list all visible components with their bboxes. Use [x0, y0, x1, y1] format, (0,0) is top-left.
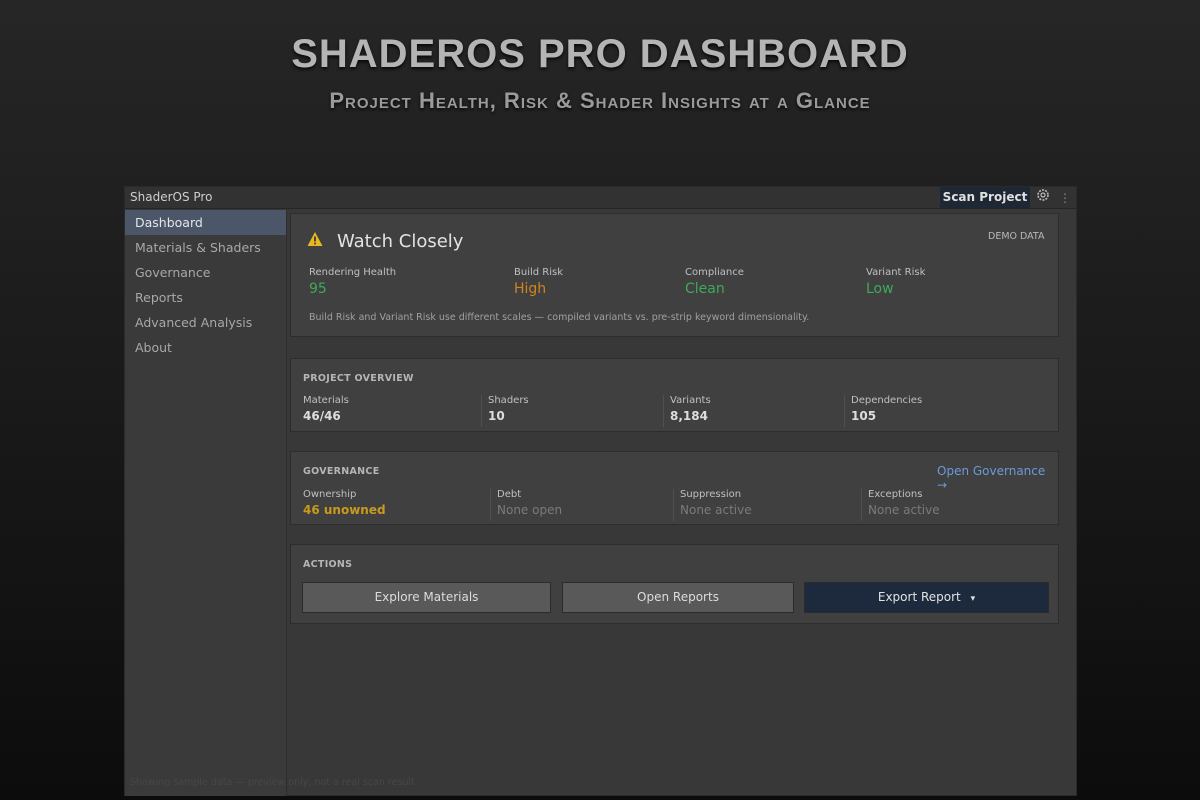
overview-value: 8,184	[670, 409, 708, 423]
overview-shaders: Shaders 10	[481, 395, 663, 427]
sidebar-item-about[interactable]: About	[125, 335, 286, 360]
section-label: PROJECT OVERVIEW	[303, 373, 414, 384]
warning-icon	[307, 232, 323, 246]
open-governance-link[interactable]: Open Governance →	[937, 464, 1058, 492]
open-reports-button[interactable]: Open Reports	[562, 582, 794, 613]
overview-dependencies: Dependencies 105	[844, 395, 1026, 427]
overview-label: Variants	[670, 395, 711, 406]
metric-build-risk: Build Risk High	[514, 267, 563, 297]
demo-data-badge: DEMO DATA	[988, 231, 1045, 242]
section-label: ACTIONS	[303, 559, 353, 570]
sidebar-item-materials-shaders[interactable]: Materials & Shaders	[125, 235, 286, 260]
sample-data-footer: Showing sample data — preview only, not …	[130, 777, 418, 788]
explore-materials-button[interactable]: Explore Materials	[302, 582, 551, 613]
governance-value: 46 unowned	[303, 503, 386, 517]
export-report-label: Export Report	[877, 590, 961, 604]
metric-value: Clean	[685, 281, 725, 297]
overview-variants: Variants 8,184	[663, 395, 845, 427]
app-name: ShaderOS Pro	[130, 190, 213, 204]
governance-debt: Debt None open	[490, 489, 670, 521]
metric-rendering-health: Rendering Health 95	[309, 267, 396, 297]
metric-compliance: Compliance Clean	[685, 267, 744, 297]
actions-card: ACTIONS Explore Materials Open Reports E…	[290, 544, 1059, 624]
governance-value: None active	[868, 503, 940, 517]
governance-value: None active	[680, 503, 752, 517]
overview-value: 105	[851, 409, 877, 423]
gear-icon-graphic	[1037, 189, 1049, 201]
hero-subtitle: Project Health, Risk & Shader Insights a…	[329, 88, 871, 113]
scan-project-button[interactable]: Scan Project	[940, 187, 1030, 208]
governance-exceptions: Exceptions None active	[861, 489, 1041, 521]
governance-suppression: Suppression None active	[673, 489, 859, 521]
metric-value: High	[514, 281, 547, 297]
gear-icon[interactable]	[1033, 188, 1053, 208]
sidebar-item-dashboard[interactable]: Dashboard	[125, 210, 286, 235]
governance-label: Exceptions	[868, 489, 923, 500]
overview-label: Dependencies	[851, 395, 923, 406]
main-content: Watch Closely DEMO DATA Rendering Health…	[288, 210, 1077, 796]
app-window: ShaderOS Pro Scan Project ⋮ Dashboard Ma…	[124, 186, 1077, 796]
governance-label: Suppression	[680, 489, 742, 500]
metric-variant-risk: Variant Risk Low	[866, 267, 925, 297]
governance-label: Debt	[497, 489, 522, 500]
overview-label: Shaders	[488, 395, 529, 406]
risk-scale-note: Build Risk and Variant Risk use differen…	[309, 312, 810, 323]
metric-label: Variant Risk	[866, 267, 926, 278]
chevron-down-icon: ▾	[970, 594, 976, 604]
overview-label: Materials	[303, 395, 349, 406]
governance-ownership: Ownership 46 unowned	[297, 489, 485, 521]
overview-value: 46/46	[303, 409, 341, 423]
hero-title: SHADEROS PRO DASHBOARD	[291, 32, 909, 76]
metric-label: Compliance	[685, 267, 744, 278]
sidebar-item-governance[interactable]: Governance	[125, 260, 286, 285]
metric-label: Build Risk	[514, 267, 564, 278]
sidebar-item-advanced-analysis[interactable]: Advanced Analysis	[125, 310, 286, 335]
sidebar-item-reports[interactable]: Reports	[125, 285, 286, 310]
metric-value: Low	[866, 281, 894, 297]
section-label: GOVERNANCE	[303, 466, 380, 477]
sidebar: Dashboard Materials & Shaders Governance…	[125, 210, 287, 796]
title-bar: ShaderOS Pro Scan Project ⋮	[125, 187, 1076, 209]
governance-card: GOVERNANCE Open Governance → Ownership 4…	[290, 451, 1059, 525]
governance-value: None open	[497, 503, 563, 517]
governance-label: Ownership	[303, 489, 357, 500]
status-title: Watch Closely	[337, 231, 464, 252]
overview-materials: Materials 46/46	[297, 395, 479, 427]
metric-label: Rendering Health	[309, 267, 397, 278]
status-card: Watch Closely DEMO DATA Rendering Health…	[290, 213, 1059, 337]
project-overview-card: PROJECT OVERVIEW Materials 46/46 Shaders…	[290, 358, 1059, 432]
metric-value: 95	[309, 281, 327, 297]
more-vertical-icon[interactable]: ⋮	[1057, 188, 1073, 208]
overview-value: 10	[488, 409, 505, 423]
export-report-button[interactable]: Export Report ▾	[804, 582, 1049, 613]
